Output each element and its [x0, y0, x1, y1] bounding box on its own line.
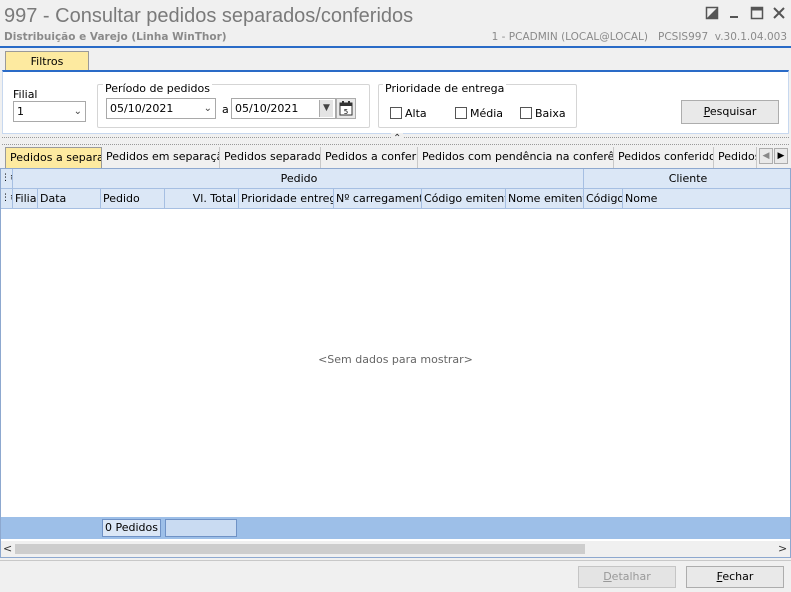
splitter[interactable]: ⌃	[2, 133, 789, 145]
empty-message: <Sem dados para mostrar>	[318, 353, 473, 366]
user-info: 1 - PCADMIN (LOCAL@LOCAL) PCSIS997 v.30.…	[491, 31, 787, 43]
calendar-icon[interactable]: 5	[336, 98, 356, 119]
dropdown-arrow-icon[interactable]: ▼	[319, 100, 333, 117]
date-separator: a	[222, 103, 229, 116]
column-chooser-icon[interactable]: ⋮≡	[1, 189, 13, 208]
col-n-carregamento[interactable]: Nº carregamento	[334, 189, 422, 208]
filial-select[interactable]: 1 ⌄	[13, 101, 86, 122]
col-prioridade-entrega[interactable]: Prioridade entrega	[239, 189, 334, 208]
filial-value: 1	[17, 105, 24, 118]
svg-text:5: 5	[344, 108, 348, 116]
tab-pedidos-a-separar[interactable]: Pedidos a separar	[5, 147, 102, 168]
result-tabs: Pedidos a separar Pedidos em separação P…	[2, 147, 789, 168]
date-from-value: 05/10/2021	[110, 102, 174, 115]
scroll-left-icon[interactable]: <	[3, 542, 12, 555]
label-alta: Alta	[405, 107, 427, 120]
col-vl-total[interactable]: Vl. Total	[165, 189, 239, 208]
minimize-icon[interactable]	[726, 6, 742, 22]
checkbox-media[interactable]	[455, 107, 467, 119]
label-media: Média	[470, 107, 504, 120]
search-label-rest: esquisar	[709, 105, 757, 118]
band-cliente: Cliente	[668, 172, 708, 185]
bottom-bar: Detalhar Fechar	[0, 560, 791, 592]
window-subtitle: Distribuição e Varejo (Linha WinThor)	[4, 31, 227, 43]
tab-filtros-pesquisa[interactable]: Filtros pesquisa	[5, 51, 89, 87]
date-to-picker[interactable]: 05/10/2021 ▼	[231, 98, 336, 119]
filter-panel: Filial 1 ⌄ Período de pedidos 05/10/2021…	[2, 70, 789, 134]
grid-band-row: ⋮≡ Pedido Cliente	[1, 169, 790, 189]
column-chooser-icon[interactable]: ⋮≡	[1, 169, 13, 188]
window-title: 997 - Consultar pedidos separados/confer…	[4, 5, 414, 27]
scroll-right-icon[interactable]: >	[778, 542, 787, 555]
search-button[interactable]: Pesquisar	[681, 100, 779, 124]
title-bar: 997 - Consultar pedidos separados/confer…	[0, 0, 791, 46]
tab-pedidos-em-separacao[interactable]: Pedidos em separação	[102, 147, 220, 168]
tab-pedidos-more[interactable]: Pedidos	[714, 147, 757, 168]
footer-count: 0 Pedidos	[102, 519, 161, 537]
fechar-label-rest: echar	[722, 570, 754, 583]
chevron-up-icon[interactable]: ⌃	[391, 133, 404, 144]
orders-grid: ⋮≡ Pedido Cliente ⋮≡ Filial Data Pedido …	[0, 168, 791, 558]
footer-total	[165, 519, 237, 537]
col-filial[interactable]: Filial	[13, 189, 38, 208]
scrollbar-thumb[interactable]	[15, 544, 585, 554]
date-from-picker[interactable]: 05/10/2021 ⌄	[106, 98, 216, 119]
restore-icon[interactable]	[704, 6, 720, 22]
tab-pedidos-a-conferir[interactable]: Pedidos a conferir	[321, 147, 418, 168]
label-baixa: Baixa	[535, 107, 566, 120]
col-nome-emitente[interactable]: Nome emitente	[506, 189, 584, 208]
close-icon[interactable]	[771, 6, 787, 22]
grid-header-row: ⋮≡ Filial Data Pedido Vl. Total Priorida…	[1, 189, 790, 209]
col-codigo-emitente[interactable]: Código emitente	[422, 189, 506, 208]
tab-scroll-left-icon[interactable]: ◀	[759, 148, 773, 164]
detalhar-label-rest: etalhar	[611, 570, 651, 583]
detalhar-button[interactable]: Detalhar	[578, 566, 676, 588]
tab-pedidos-com-pendencia[interactable]: Pedidos com pendência na conferência	[418, 147, 614, 168]
detalhar-mnemonic: D	[603, 570, 612, 583]
horizontal-scrollbar[interactable]: < >	[1, 541, 790, 557]
header-divider	[0, 46, 791, 48]
band-pedido: Pedido	[13, 169, 584, 188]
checkbox-baixa[interactable]	[520, 107, 532, 119]
tab-pedidos-separados[interactable]: Pedidos separados	[220, 147, 321, 168]
checkbox-alta[interactable]	[390, 107, 402, 119]
date-to-value: 05/10/2021	[235, 102, 299, 115]
maximize-icon[interactable]	[749, 6, 765, 22]
filial-label: Filial	[13, 88, 38, 101]
grid-footer: 0 Pedidos	[1, 517, 790, 539]
fechar-button[interactable]: Fechar	[686, 566, 784, 588]
chevron-down-icon: ⌄	[203, 103, 212, 114]
col-pedido[interactable]: Pedido	[101, 189, 165, 208]
col-data[interactable]: Data	[38, 189, 101, 208]
tab-scroll-right-icon[interactable]: ▶	[774, 148, 788, 164]
tab-pedidos-conferidos[interactable]: Pedidos conferidos	[614, 147, 714, 168]
chevron-down-icon: ⌄	[73, 106, 82, 117]
prioridade-label: Prioridade de entrega	[383, 82, 507, 95]
periodo-label: Período de pedidos	[103, 82, 213, 95]
col-codigo[interactable]: Código	[584, 189, 623, 208]
col-nome[interactable]: Nome	[623, 189, 790, 208]
